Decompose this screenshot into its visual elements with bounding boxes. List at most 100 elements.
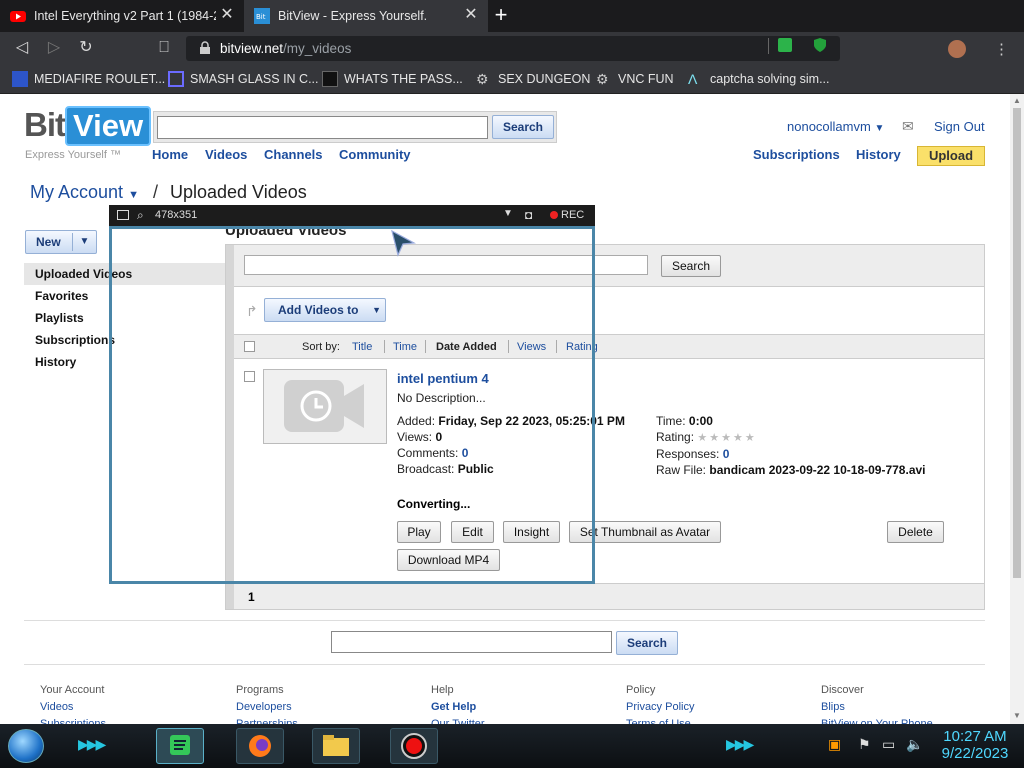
chevron-down-icon[interactable]: ▼ <box>72 233 96 251</box>
page-title: Uploaded Videos <box>169 182 307 202</box>
nav-community[interactable]: Community <box>339 147 411 162</box>
footer-heading: Programs <box>236 684 284 696</box>
taskbar-firefox[interactable] <box>236 728 284 764</box>
nav-home[interactable]: Home <box>152 147 188 162</box>
footer-link[interactable]: Get Help <box>431 699 611 716</box>
responses-link[interactable]: 0 <box>723 447 730 461</box>
address-bar[interactable]: bitview.net/my_videos <box>186 36 840 61</box>
tab-bitview[interactable]: Bit BitView - Express Yourself. ✕ <box>244 0 488 32</box>
footer-link[interactable]: Developers <box>236 699 416 716</box>
taskbar-clock[interactable]: 10:27 AM 9/22/2023 <box>934 728 1016 762</box>
lock-icon <box>200 41 210 54</box>
video-search-button[interactable]: Search <box>661 255 721 277</box>
bookmark-whats-the-pass[interactable]: WHATS THE PASS... <box>322 71 463 87</box>
mail-icon[interactable]: ✉ <box>902 118 914 135</box>
bitview-logo[interactable]: Bit View <box>24 106 152 146</box>
footer-search-input[interactable] <box>331 631 612 653</box>
browser-tab-bar: Intel Everything v2 Part 1 (1984-20 ✕ Bi… <box>0 0 1024 32</box>
breadcrumb-separator: / <box>152 182 158 202</box>
upload-button[interactable]: Upload <box>917 146 985 166</box>
back-icon[interactable]: ◁ <box>12 38 32 58</box>
logo-bit: Bit <box>24 106 66 143</box>
screen-recorder-bar[interactable]: ⌕ 478x351 ▼ ◘ REC <box>109 205 595 226</box>
cursor-icon <box>391 229 416 257</box>
reload-icon[interactable]: ↻ <box>76 38 96 58</box>
url-path: /my_videos <box>283 41 352 56</box>
bookmark-sex-dungeon[interactable]: ⚙ SEX DUNGEON <box>476 71 590 87</box>
footer-column-help: Help Get Help Our Twitter <box>431 682 611 724</box>
record-dot-icon <box>550 211 558 219</box>
nav-channels[interactable]: Channels <box>264 147 323 162</box>
bookmarks-bar: MEDIAFIRE ROULET... SMASH GLASS IN C... … <box>0 64 1024 94</box>
page-scrollbar[interactable]: ▲ ▼ <box>1010 94 1024 724</box>
footer-link[interactable]: BitView on Your Phone <box>821 716 1001 724</box>
scroll-down-icon[interactable]: ▼ <box>1013 712 1021 720</box>
header-search-input[interactable] <box>157 116 488 139</box>
taskbar-explorer[interactable] <box>312 728 360 764</box>
scrollbar-thumb[interactable] <box>1013 108 1021 578</box>
tab-title: Intel Everything v2 Part 1 (1984-20 <box>34 9 216 23</box>
tab-intel-everything[interactable]: Intel Everything v2 Part 1 (1984-20 ✕ <box>0 0 244 32</box>
tray-app-icon[interactable]: ▣ <box>828 736 841 753</box>
footer-column-discover: Discover Blips BitView on Your Phone <box>821 682 1001 724</box>
bookmark-label: captcha solving sim... <box>710 72 830 86</box>
responses-label: Responses: <box>656 447 720 461</box>
breadcrumb: My Account ▼ / Uploaded Videos <box>30 182 307 203</box>
divider <box>24 620 985 621</box>
network-icon[interactable]: ▭ <box>882 736 895 753</box>
shield-icon[interactable] <box>812 37 828 53</box>
footer-link[interactable]: Videos <box>40 699 220 716</box>
bookmark-smash-glass[interactable]: SMASH GLASS IN C... <box>168 71 319 87</box>
clock-date: 9/22/2023 <box>941 745 1009 762</box>
footer-link[interactable]: Blips <box>821 699 1001 716</box>
close-tab-icon[interactable]: ✕ <box>218 6 236 24</box>
profile-avatar[interactable] <box>948 40 966 58</box>
window-icon[interactable] <box>117 210 129 220</box>
new-tab-button[interactable]: + <box>488 4 514 28</box>
record-label: REC <box>561 209 585 221</box>
bookmark-mediafire[interactable]: MEDIAFIRE ROULET... <box>12 71 165 87</box>
footer-link[interactable]: Terms of Use <box>626 716 806 724</box>
scroll-up-icon[interactable]: ▲ <box>1013 97 1021 105</box>
start-orb-icon[interactable] <box>8 729 44 763</box>
footer-link[interactable]: Privacy Policy <box>626 699 806 716</box>
rating-stars: ★★★★★ <box>697 432 757 444</box>
search-icon: ⌕ <box>137 208 144 222</box>
footer-heading: Your Account <box>40 684 105 696</box>
menu-icon[interactable]: ⋮ <box>994 40 1009 58</box>
subscriptions-link[interactable]: Subscriptions <box>753 147 840 162</box>
history-link[interactable]: History <box>856 147 901 162</box>
chevron-down-icon[interactable]: ▼ <box>503 208 513 219</box>
footer-link[interactable]: Our Twitter <box>431 716 611 724</box>
nav-videos[interactable]: Videos <box>205 147 247 162</box>
youtube-icon <box>10 11 26 22</box>
taskbar-bandicam[interactable] <box>390 728 438 764</box>
footer-link[interactable]: Partnerships <box>236 716 416 724</box>
delete-button[interactable]: Delete <box>887 521 944 543</box>
extension-icon[interactable] <box>778 38 792 52</box>
my-account-link[interactable]: My Account ▼ <box>30 182 139 202</box>
new-button[interactable]: New ▼ <box>25 230 97 254</box>
header-search-button[interactable]: Search <box>492 115 554 139</box>
footer-search-button[interactable]: Search <box>616 631 678 655</box>
volume-icon[interactable]: 🔈 <box>906 736 923 753</box>
bookmark-captcha[interactable]: Λcaptcha solving sim... <box>688 71 830 87</box>
bookmark-icon[interactable]: ⎕ <box>154 38 174 58</box>
flag-icon[interactable]: ⚑ <box>858 736 871 753</box>
username-menu[interactable]: nonocollamvm ▼ <box>787 119 884 134</box>
browser-toolbar: ◁ ▷ ↻ ⎕ bitview.net/my_videos <box>0 32 1024 64</box>
bookmark-vnc-fun[interactable]: ⚙ VNC FUN <box>596 71 674 87</box>
sign-out-link[interactable]: Sign Out <box>934 119 985 134</box>
forward-icon[interactable]: ▷ <box>44 38 64 58</box>
close-tab-icon[interactable]: ✕ <box>462 6 480 24</box>
taskbar-spotify[interactable] <box>156 728 204 764</box>
page-number[interactable]: 1 <box>248 590 255 604</box>
firefox-icon <box>249 735 271 757</box>
camera-icon[interactable]: ◘ <box>525 208 532 222</box>
chevron-icon <box>168 71 184 87</box>
footer-link[interactable]: Subscriptions <box>40 716 220 724</box>
capture-region-frame[interactable] <box>109 226 595 584</box>
record-button[interactable]: REC <box>550 209 584 221</box>
clock-time: 10:27 AM <box>943 728 1007 745</box>
bitview-favicon-icon: Bit <box>254 8 270 24</box>
